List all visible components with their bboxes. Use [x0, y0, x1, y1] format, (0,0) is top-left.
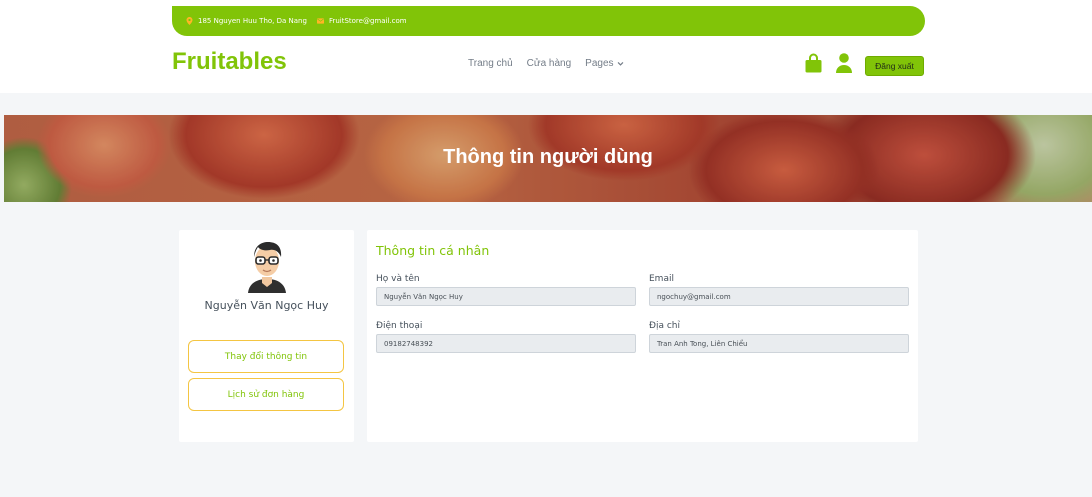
site-header: 185 Nguyen Huu Tho, Da Nang FruitStore@g… [0, 0, 1092, 93]
page-banner: Thông tin người dùng [4, 115, 1092, 202]
top-info-bar: 185 Nguyen Huu Tho, Da Nang FruitStore@g… [172, 6, 925, 36]
user-icon[interactable] [836, 53, 852, 73]
profile-name: Nguyễn Văn Ngọc Huy [204, 299, 329, 312]
phone-label: Điện thoại [376, 321, 423, 331]
nav-home-label: Trang chủ [468, 58, 513, 69]
order-history-button[interactable]: Lịch sử đơn hàng [188, 378, 344, 411]
brand-logo[interactable]: Fruitables [172, 48, 287, 76]
main-nav: Trang chủ Cửa hàng Pages [468, 58, 638, 69]
profile-card: Nguyễn Văn Ngọc Huy Thay đổi thông tin L… [179, 230, 354, 442]
personal-info-title: Thông tin cá nhân [376, 243, 490, 258]
personal-info-card: Thông tin cá nhân Họ và tên Nguyễn Văn N… [367, 230, 918, 442]
shopping-bag-icon[interactable] [805, 53, 822, 73]
nav-home[interactable]: Trang chủ [468, 58, 513, 69]
address-label: Địa chỉ [649, 321, 681, 331]
avatar [248, 242, 286, 293]
envelope-icon [316, 18, 324, 24]
nav-shop[interactable]: Cửa hàng [527, 58, 572, 69]
fullname-field[interactable]: Nguyễn Văn Ngọc Huy [376, 287, 636, 306]
fullname-label: Họ và tên [376, 274, 420, 284]
email-field[interactable]: ngochuy@gmail.com [649, 287, 909, 306]
email-text[interactable]: FruitStore@gmail.com [329, 17, 407, 25]
nav-shop-label: Cửa hàng [526, 58, 572, 69]
email-label: Email [649, 274, 674, 284]
address-info: 185 Nguyen Huu Tho, Da Nang [186, 17, 307, 25]
phone-field[interactable]: 09182748392 [376, 334, 636, 353]
chevron-down-icon [617, 62, 623, 66]
page-title: Thông tin người dùng [443, 146, 653, 168]
nav-pages[interactable]: Pages [585, 58, 623, 69]
edit-profile-button[interactable]: Thay đổi thông tin [188, 340, 344, 373]
logout-button[interactable]: Đăng xuất [865, 56, 924, 76]
email-info: FruitStore@gmail.com [316, 17, 407, 25]
map-marker-icon [186, 17, 193, 25]
nav-pages-label: Pages [585, 58, 614, 69]
address-field[interactable]: Tran Anh Tong, Liên Chiểu [649, 334, 909, 353]
address-text: 185 Nguyen Huu Tho, Da Nang [198, 17, 307, 25]
